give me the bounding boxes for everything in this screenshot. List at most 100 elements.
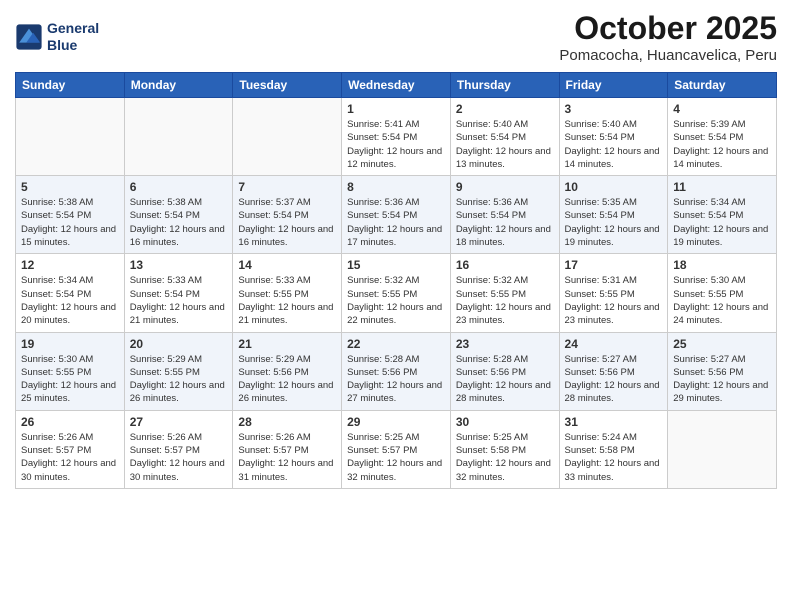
day-info: Sunrise: 5:39 AM Sunset: 5:54 PM Dayligh… (673, 118, 771, 171)
day-cell: 14 Sunrise: 5:33 AM Sunset: 5:55 PM Dayli… (233, 254, 342, 332)
col-header-sunday: Sunday (16, 73, 125, 98)
day-number: 19 (21, 337, 119, 351)
day-info: Sunrise: 5:38 AM Sunset: 5:54 PM Dayligh… (130, 196, 228, 249)
day-cell: 4 Sunrise: 5:39 AM Sunset: 5:54 PM Daylig… (668, 98, 777, 176)
day-info: Sunrise: 5:32 AM Sunset: 5:55 PM Dayligh… (456, 274, 554, 327)
header: General Blue October 2025 Pomacocha, Hua… (15, 10, 777, 64)
day-number: 29 (347, 415, 445, 429)
day-number: 25 (673, 337, 771, 351)
day-cell: 9 Sunrise: 5:36 AM Sunset: 5:54 PM Daylig… (450, 176, 559, 254)
day-info: Sunrise: 5:26 AM Sunset: 5:57 PM Dayligh… (238, 431, 336, 484)
day-number: 24 (565, 337, 663, 351)
day-cell: 2 Sunrise: 5:40 AM Sunset: 5:54 PM Daylig… (450, 98, 559, 176)
day-cell: 12 Sunrise: 5:34 AM Sunset: 5:54 PM Dayli… (16, 254, 125, 332)
day-info: Sunrise: 5:31 AM Sunset: 5:55 PM Dayligh… (565, 274, 663, 327)
day-number: 18 (673, 258, 771, 272)
day-cell: 20 Sunrise: 5:29 AM Sunset: 5:55 PM Dayli… (124, 332, 233, 410)
day-cell: 3 Sunrise: 5:40 AM Sunset: 5:54 PM Daylig… (559, 98, 668, 176)
day-cell: 15Sunrise: 5:32 AM Sunset: 5:55 PM Dayli… (342, 254, 451, 332)
day-cell: 7 Sunrise: 5:37 AM Sunset: 5:54 PM Daylig… (233, 176, 342, 254)
day-number: 23 (456, 337, 554, 351)
day-info: Sunrise: 5:37 AM Sunset: 5:54 PM Dayligh… (238, 196, 336, 249)
logo-text: General Blue (47, 20, 99, 54)
day-number: 12 (21, 258, 119, 272)
day-cell: 1 Sunrise: 5:41 AM Sunset: 5:54 PM Daylig… (342, 98, 451, 176)
day-info: Sunrise: 5:41 AM Sunset: 5:54 PM Dayligh… (347, 118, 445, 171)
day-number: 10 (565, 180, 663, 194)
day-info: Sunrise: 5:26 AM Sunset: 5:57 PM Dayligh… (21, 431, 119, 484)
week-row-4: 19Sunrise: 5:30 AM Sunset: 5:55 PM Dayli… (16, 332, 777, 410)
day-info: Sunrise: 5:30 AM Sunset: 5:55 PM Dayligh… (673, 274, 771, 327)
day-cell: 10 Sunrise: 5:35 AM Sunset: 5:54 PM Dayli… (559, 176, 668, 254)
day-number: 1 (347, 102, 445, 116)
day-cell: 24Sunrise: 5:27 AM Sunset: 5:56 PM Dayli… (559, 332, 668, 410)
day-number: 4 (673, 102, 771, 116)
col-header-saturday: Saturday (668, 73, 777, 98)
day-number: 8 (347, 180, 445, 194)
day-number: 17 (565, 258, 663, 272)
day-cell: 11Sunrise: 5:34 AM Sunset: 5:54 PM Dayli… (668, 176, 777, 254)
calendar: SundayMondayTuesdayWednesdayThursdayFrid… (15, 72, 777, 489)
day-info: Sunrise: 5:28 AM Sunset: 5:56 PM Dayligh… (347, 353, 445, 406)
day-number: 28 (238, 415, 336, 429)
day-info: Sunrise: 5:32 AM Sunset: 5:55 PM Dayligh… (347, 274, 445, 327)
day-number: 7 (238, 180, 336, 194)
day-cell: 21 Sunrise: 5:29 AM Sunset: 5:56 PM Dayli… (233, 332, 342, 410)
day-cell: 19Sunrise: 5:30 AM Sunset: 5:55 PM Dayli… (16, 332, 125, 410)
day-cell: 22 Sunrise: 5:28 AM Sunset: 5:56 PM Dayli… (342, 332, 451, 410)
day-cell: 23Sunrise: 5:28 AM Sunset: 5:56 PM Dayli… (450, 332, 559, 410)
day-cell: 27Sunrise: 5:26 AM Sunset: 5:57 PM Dayli… (124, 410, 233, 488)
day-info: Sunrise: 5:33 AM Sunset: 5:54 PM Dayligh… (130, 274, 228, 327)
day-info: Sunrise: 5:34 AM Sunset: 5:54 PM Dayligh… (21, 274, 119, 327)
day-info: Sunrise: 5:25 AM Sunset: 5:58 PM Dayligh… (456, 431, 554, 484)
day-info: Sunrise: 5:26 AM Sunset: 5:57 PM Dayligh… (130, 431, 228, 484)
day-number: 31 (565, 415, 663, 429)
day-info: Sunrise: 5:33 AM Sunset: 5:55 PM Dayligh… (238, 274, 336, 327)
day-info: Sunrise: 5:27 AM Sunset: 5:56 PM Dayligh… (673, 353, 771, 406)
day-info: Sunrise: 5:40 AM Sunset: 5:54 PM Dayligh… (565, 118, 663, 171)
day-cell: 31Sunrise: 5:24 AM Sunset: 5:58 PM Dayli… (559, 410, 668, 488)
day-number: 20 (130, 337, 228, 351)
day-number: 21 (238, 337, 336, 351)
day-cell: 5 Sunrise: 5:38 AM Sunset: 5:54 PM Daylig… (16, 176, 125, 254)
day-number: 5 (21, 180, 119, 194)
day-cell: 16 Sunrise: 5:32 AM Sunset: 5:55 PM Dayli… (450, 254, 559, 332)
title-area: October 2025 Pomacocha, Huancavelica, Pe… (559, 10, 777, 64)
day-cell: 28 Sunrise: 5:26 AM Sunset: 5:57 PM Dayli… (233, 410, 342, 488)
col-header-monday: Monday (124, 73, 233, 98)
logo-line2: Blue (47, 37, 99, 54)
day-number: 9 (456, 180, 554, 194)
day-number: 14 (238, 258, 336, 272)
day-cell: 29 Sunrise: 5:25 AM Sunset: 5:57 PM Dayli… (342, 410, 451, 488)
day-info: Sunrise: 5:38 AM Sunset: 5:54 PM Dayligh… (21, 196, 119, 249)
day-cell: 30 Sunrise: 5:25 AM Sunset: 5:58 PM Dayli… (450, 410, 559, 488)
day-cell: 8Sunrise: 5:36 AM Sunset: 5:54 PM Daylig… (342, 176, 451, 254)
logo-line1: General (47, 20, 99, 37)
col-header-friday: Friday (559, 73, 668, 98)
calendar-header-row: SundayMondayTuesdayWednesdayThursdayFrid… (16, 73, 777, 98)
day-number: 3 (565, 102, 663, 116)
day-info: Sunrise: 5:25 AM Sunset: 5:57 PM Dayligh… (347, 431, 445, 484)
page: General Blue October 2025 Pomacocha, Hua… (0, 0, 792, 612)
day-cell (16, 98, 125, 176)
week-row-1: 1 Sunrise: 5:41 AM Sunset: 5:54 PM Daylig… (16, 98, 777, 176)
day-info: Sunrise: 5:29 AM Sunset: 5:55 PM Dayligh… (130, 353, 228, 406)
day-cell: 17 Sunrise: 5:31 AM Sunset: 5:55 PM Dayli… (559, 254, 668, 332)
day-info: Sunrise: 5:35 AM Sunset: 5:54 PM Dayligh… (565, 196, 663, 249)
day-number: 13 (130, 258, 228, 272)
day-info: Sunrise: 5:40 AM Sunset: 5:54 PM Dayligh… (456, 118, 554, 171)
day-number: 2 (456, 102, 554, 116)
week-row-2: 5 Sunrise: 5:38 AM Sunset: 5:54 PM Daylig… (16, 176, 777, 254)
day-number: 11 (673, 180, 771, 194)
day-info: Sunrise: 5:29 AM Sunset: 5:56 PM Dayligh… (238, 353, 336, 406)
day-number: 22 (347, 337, 445, 351)
day-cell (233, 98, 342, 176)
location-subtitle: Pomacocha, Huancavelica, Peru (559, 47, 777, 64)
day-cell: 6 Sunrise: 5:38 AM Sunset: 5:54 PM Daylig… (124, 176, 233, 254)
day-info: Sunrise: 5:36 AM Sunset: 5:54 PM Dayligh… (456, 196, 554, 249)
day-number: 16 (456, 258, 554, 272)
day-cell (668, 410, 777, 488)
day-number: 6 (130, 180, 228, 194)
day-number: 30 (456, 415, 554, 429)
day-cell (124, 98, 233, 176)
